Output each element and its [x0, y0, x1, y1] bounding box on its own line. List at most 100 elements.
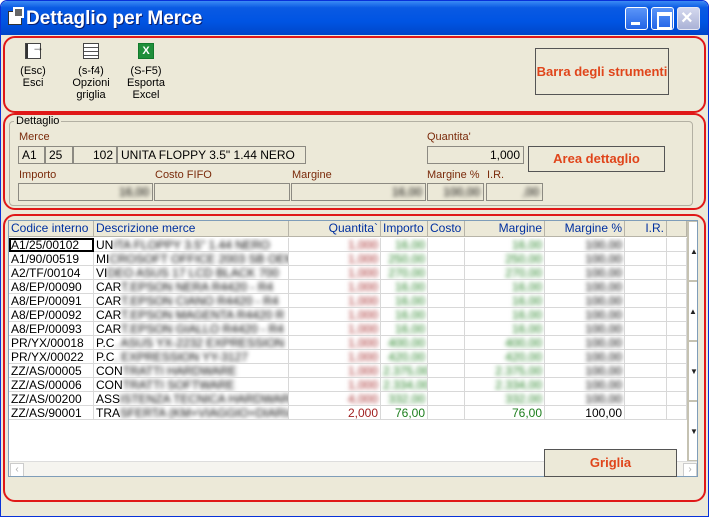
cell-cost[interactable]	[428, 322, 465, 336]
cell-code[interactable]: ZZ/AS/00006	[9, 378, 94, 392]
cell-cost[interactable]	[428, 308, 465, 322]
cell-qty[interactable]: 4,000	[289, 392, 381, 406]
costo-fifo-field[interactable]	[154, 183, 290, 201]
cell-code[interactable]: PR/YX/00022	[9, 350, 94, 364]
maximize-button[interactable]	[651, 7, 674, 30]
table-row[interactable]: A1/90/00519 MICROSOFT OFFICE 2003 SB OEM 1…	[9, 252, 687, 266]
cell-ir[interactable]	[625, 336, 667, 350]
cell-cost[interactable]	[428, 364, 465, 378]
cell-qty[interactable]: 1,000	[289, 378, 381, 392]
scroll-down-button[interactable]: ▼	[688, 401, 697, 461]
cell-desc[interactable]: TRASFERTA (KM+VIAGGIO+DIARIA)	[94, 406, 289, 420]
cell-desc[interactable]: CART.EPSON CIANO R4420 - R4	[94, 294, 289, 308]
importo-field[interactable]: 16,00	[18, 183, 153, 201]
cell-marg[interactable]: 2.375,00	[465, 364, 545, 378]
cell-marg[interactable]: 16,00	[465, 294, 545, 308]
cell-marg[interactable]: 270,00	[465, 266, 545, 280]
cell-code[interactable]: ZZ/AS/90001	[9, 406, 94, 420]
cell-cost[interactable]	[428, 280, 465, 294]
cell-marg[interactable]: 400,00	[465, 336, 545, 350]
cell-desc[interactable]: CART.EPSON NERA R4420 - R4	[94, 280, 289, 294]
table-row[interactable]: ZZ/AS/00006 CONTRATTI SOFTWARE 1,000 2.334,…	[9, 378, 687, 392]
scroll-left-button[interactable]: ‹	[10, 463, 24, 476]
header-ir[interactable]: I.R.	[625, 221, 667, 237]
cell-marg[interactable]: 16,00	[465, 322, 545, 336]
cell-qty[interactable]: 1,000	[289, 336, 381, 350]
cell-margp[interactable]: 100,00	[545, 294, 625, 308]
cell-cost[interactable]	[428, 350, 465, 364]
cell-qty[interactable]: 1,000	[289, 266, 381, 280]
cell-imp[interactable]: 16,00	[381, 294, 428, 308]
cell-qty[interactable]: 1,000	[289, 322, 381, 336]
table-row[interactable]: A8/EP/00092 CART.EPSON MAGENTA R4420 R 1,0…	[9, 308, 687, 322]
cell-margp[interactable]: 100,00	[545, 252, 625, 266]
minimize-button[interactable]	[625, 7, 648, 30]
cell-marg[interactable]: 2.334,00	[465, 378, 545, 392]
cell-marg[interactable]: 76,00	[465, 406, 545, 420]
cell-cost[interactable]	[428, 266, 465, 280]
table-row[interactable]: A8/EP/00091 CART.EPSON CIANO R4420 - R4 1,…	[9, 294, 687, 308]
cell-desc[interactable]: CART.EPSON GIALLO R4420 - R4	[94, 322, 289, 336]
cell-margp[interactable]: 100,00	[545, 266, 625, 280]
cell-code[interactable]: A8/EP/00093	[9, 322, 94, 336]
cell-desc[interactable]: UNITA FLOPPY 3.5" 1.44 NERO	[94, 238, 289, 252]
cell-ir[interactable]	[625, 252, 667, 266]
cell-desc[interactable]: P.C. ASUS YX-2232 EXPRESSION	[94, 336, 289, 350]
cell-imp[interactable]: 420,00	[381, 350, 428, 364]
cell-margp[interactable]: 100,00	[545, 364, 625, 378]
cell-qty[interactable]: 1,000	[289, 238, 381, 252]
cell-code[interactable]: A8/EP/00091	[9, 294, 94, 308]
cell-ir[interactable]	[625, 392, 667, 406]
cell-qty[interactable]: 2,000	[289, 406, 381, 420]
cell-imp[interactable]: 16,00	[381, 280, 428, 294]
cell-qty[interactable]: 1,000	[289, 252, 381, 266]
margine-perc-field[interactable]: 100,00	[427, 183, 484, 201]
header-codice[interactable]: Codice interno	[9, 221, 94, 237]
cell-cost[interactable]	[428, 238, 465, 252]
merce-code3-field[interactable]: 102	[73, 146, 117, 164]
cell-marg[interactable]: 16,00	[465, 280, 545, 294]
cell-ir[interactable]	[625, 406, 667, 420]
cell-qty[interactable]: 1,000	[289, 364, 381, 378]
cell-ir[interactable]	[625, 266, 667, 280]
cell-ir[interactable]	[625, 378, 667, 392]
cell-ir[interactable]	[625, 350, 667, 364]
cell-margp[interactable]: 100,00	[545, 280, 625, 294]
cell-margp[interactable]: 100,00	[545, 378, 625, 392]
cell-qty[interactable]: 1,000	[289, 294, 381, 308]
table-row[interactable]: PR/YX/00018 P.C. ASUS YX-2232 EXPRESSION 1…	[9, 336, 687, 350]
cell-imp[interactable]: 250,00	[381, 252, 428, 266]
cell-margp[interactable]: 100,00	[545, 350, 625, 364]
table-row[interactable]: ZZ/AS/90001 TRASFERTA (KM+VIAGGIO+DIARIA)…	[9, 406, 687, 420]
cell-code[interactable]: A8/EP/00092	[9, 308, 94, 322]
scroll-right-button[interactable]: ›	[683, 463, 697, 476]
cell-ir[interactable]	[625, 322, 667, 336]
cell-imp[interactable]: 332,00	[381, 392, 428, 406]
table-row[interactable]: ZZ/AS/00005 CONTRATTI HARDWARE 1,000 2.375,…	[9, 364, 687, 378]
header-margine-perc[interactable]: Margine %	[545, 221, 625, 237]
cell-qty[interactable]: 1,000	[289, 308, 381, 322]
cell-imp[interactable]: 2.375,00	[381, 364, 428, 378]
cell-desc[interactable]: CART.EPSON MAGENTA R4420 R	[94, 308, 289, 322]
cell-imp[interactable]: 16,00	[381, 238, 428, 252]
cell-imp[interactable]: 16,00	[381, 322, 428, 336]
table-row[interactable]: PR/YX/00022 P.C. EXPRESSION YY-3127 1,000 4…	[9, 350, 687, 364]
cell-desc[interactable]: P.C. EXPRESSION YY-3127	[94, 350, 289, 364]
table-row[interactable]: A8/EP/00090 CART.EPSON NERA R4420 - R4 1,0…	[9, 280, 687, 294]
cell-desc[interactable]: CONTRATTI HARDWARE	[94, 364, 289, 378]
cell-ir[interactable]	[625, 308, 667, 322]
header-importo[interactable]: Importo	[381, 221, 428, 237]
title-bar[interactable]: Dettaglio per Merce ×	[1, 1, 708, 35]
cell-qty[interactable]: 1,000	[289, 350, 381, 364]
cell-margp[interactable]: 100,00	[545, 238, 625, 252]
scroll-page-down-button[interactable]: ▼	[688, 341, 697, 401]
table-row[interactable]: A1/25/00102 UNITA FLOPPY 3.5" 1.44 NERO 1,…	[9, 238, 687, 252]
exit-button[interactable]: (Esc) Esci	[15, 41, 51, 89]
cell-cost[interactable]	[428, 378, 465, 392]
cell-imp[interactable]: 16,00	[381, 308, 428, 322]
cell-code[interactable]: A2/TF/00104	[9, 266, 94, 280]
scroll-page-up-button[interactable]: ▲▼	[688, 281, 697, 341]
cell-desc[interactable]: MICROSOFT OFFICE 2003 SB OEM	[94, 252, 289, 266]
merce-code1-field[interactable]: A1	[18, 146, 45, 164]
cell-marg[interactable]: 16,00	[465, 308, 545, 322]
